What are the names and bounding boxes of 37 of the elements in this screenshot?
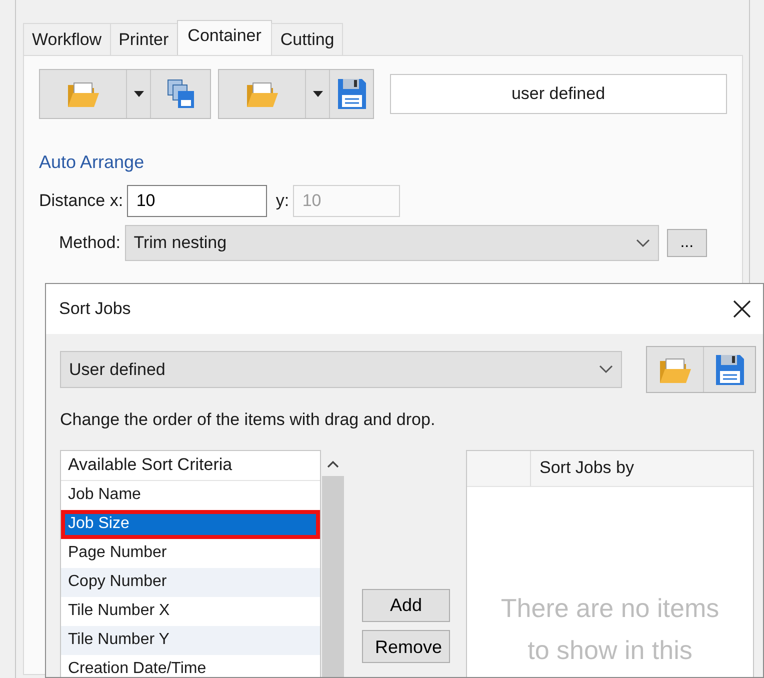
instruction-text: Change the order of the items with drag and drop. <box>60 409 436 431</box>
chevron-down-icon <box>636 238 650 248</box>
dialog-title: Sort Jobs <box>59 298 131 320</box>
list-item[interactable]: Job Size <box>61 510 320 538</box>
criteria-list[interactable]: Available Sort Criteria Job Name Job Size Page Number Copy Number Tile Number X Tile Number Y Creation Date/Time <box>60 450 321 677</box>
caret-icon <box>312 91 322 97</box>
tab[interactable]: Cutting <box>271 23 344 55</box>
list-header: Available Sort Criteria <box>68 454 232 476</box>
distance-x-field[interactable]: 10 <box>127 184 268 216</box>
list-item[interactable]: Tile Number Y <box>61 626 320 654</box>
list-item[interactable]: Creation Date/Time <box>61 654 320 677</box>
list-item[interactable]: Tile Number X <box>61 596 320 626</box>
column-header: Sort Jobs by <box>540 457 634 480</box>
section-heading: Auto Arrange <box>39 151 146 174</box>
field-label: Distance x: <box>39 190 124 212</box>
tab[interactable]: Workflow <box>23 23 111 55</box>
sort-list[interactable]: Sort Jobs by There are no items to show in this <box>466 450 754 677</box>
action-button[interactable]: Add <box>362 588 450 622</box>
action-button[interactable]: Remove <box>362 630 450 663</box>
list-item[interactable]: Page Number <box>61 538 320 568</box>
close-icon[interactable] <box>733 300 751 318</box>
field-label: y: <box>276 190 290 212</box>
scroll-up-icon[interactable] <box>327 460 339 468</box>
save-icon <box>336 78 366 110</box>
preset-field[interactable]: user defined <box>390 74 727 114</box>
save-icon <box>714 354 744 386</box>
list-item[interactable]: Job Name <box>61 480 320 510</box>
caret-icon <box>134 91 144 97</box>
chevron-down-icon <box>599 365 613 374</box>
preset-dropdown[interactable]: User defined <box>60 351 622 388</box>
empty-message: There are no items to show in this <box>500 592 720 666</box>
copy-save-icon <box>166 79 194 109</box>
more-button[interactable]: ... <box>667 229 707 257</box>
tab[interactable]: Container <box>176 20 272 55</box>
field-label: Method: <box>59 232 120 254</box>
method-dropdown[interactable]: Trim nesting <box>124 225 659 261</box>
list-item[interactable]: Copy Number <box>61 568 320 596</box>
